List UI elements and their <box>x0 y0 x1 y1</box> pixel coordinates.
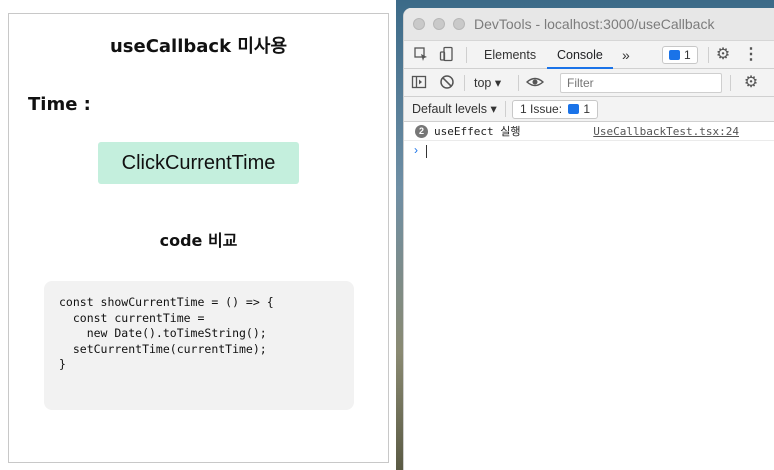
window-title: DevTools - localhost:3000/useCallback <box>474 16 715 32</box>
page-title: useCallback 미사용 <box>109 36 288 57</box>
click-current-time-button[interactable]: ClickCurrentTime <box>98 142 299 184</box>
message-icon <box>669 50 680 60</box>
message-icon <box>568 104 580 114</box>
issues-label: 1 Issue: <box>520 102 563 116</box>
default-levels-dropdown[interactable]: Default levels ▾ <box>412 101 497 117</box>
code-text: const showCurrentTime = () => { const cu… <box>59 295 274 371</box>
code-compare-heading: code 비교 <box>159 231 238 250</box>
levels-bar: Default levels ▾ 1 Issue: 1 <box>404 97 774 122</box>
chevron-down-icon: ▾ <box>490 102 497 116</box>
clear-console-icon[interactable] <box>438 74 456 92</box>
more-tabs-button[interactable]: » <box>612 41 640 69</box>
divider <box>505 101 506 117</box>
console-settings-gear-icon[interactable]: ⚙ <box>742 74 760 92</box>
divider <box>466 47 467 63</box>
context-value: top <box>474 76 492 90</box>
inspect-element-icon[interactable] <box>412 46 430 64</box>
issues-count: 1 <box>583 102 591 116</box>
text-caret <box>426 145 427 158</box>
issues-badge[interactable]: 1 <box>662 46 698 64</box>
devtools-tabbar: Elements Console » 1 ⚙ ⋮ <box>404 41 774 69</box>
tab-elements[interactable]: Elements <box>474 41 546 69</box>
console-output: 2 useEffect 실행 UseCallbackTest.tsx:24 › <box>404 122 774 462</box>
issues-badge-count: 1 <box>684 48 691 62</box>
chevron-down-icon: ▾ <box>494 76 502 90</box>
devtools-window: DevTools - localhost:3000/useCallback El… <box>403 8 774 470</box>
log-source-link[interactable]: UseCallbackTest.tsx:24 <box>593 124 739 139</box>
filter-input[interactable] <box>560 73 722 93</box>
log-row: 2 useEffect 실행 UseCallbackTest.tsx:24 <box>404 122 774 141</box>
code-block: const showCurrentTime = () => { const cu… <box>44 281 354 410</box>
context-selector[interactable]: top ▾ <box>474 74 501 92</box>
console-toolbar: top ▾ ⚙ <box>404 69 774 97</box>
levels-label: Default levels <box>412 102 488 116</box>
divider <box>518 75 519 91</box>
sidebar-toggle-icon[interactable] <box>410 74 428 92</box>
divider <box>708 47 709 63</box>
console-prompt[interactable]: › <box>404 141 774 159</box>
tab-console[interactable]: Console <box>547 41 613 69</box>
app-panel: useCallback 미사용 Time : ClickCurrentTime … <box>8 13 389 463</box>
log-message: useEffect 실행 <box>434 125 521 138</box>
settings-gear-icon[interactable]: ⚙ <box>714 46 732 64</box>
issues-button[interactable]: 1 Issue: 1 <box>512 100 599 119</box>
repeat-count-badge: 2 <box>415 125 428 138</box>
eye-icon[interactable] <box>525 74 545 92</box>
divider <box>730 75 731 91</box>
divider <box>464 75 465 91</box>
zoom-window-button[interactable] <box>453 18 465 30</box>
time-label: Time : <box>28 94 91 115</box>
close-window-button[interactable] <box>413 18 425 30</box>
window-titlebar: DevTools - localhost:3000/useCallback <box>404 8 774 41</box>
prompt-chevron-icon: › <box>414 143 418 157</box>
minimize-window-button[interactable] <box>433 18 445 30</box>
more-options-icon[interactable]: ⋮ <box>742 46 760 64</box>
device-toolbar-icon[interactable] <box>438 46 456 64</box>
